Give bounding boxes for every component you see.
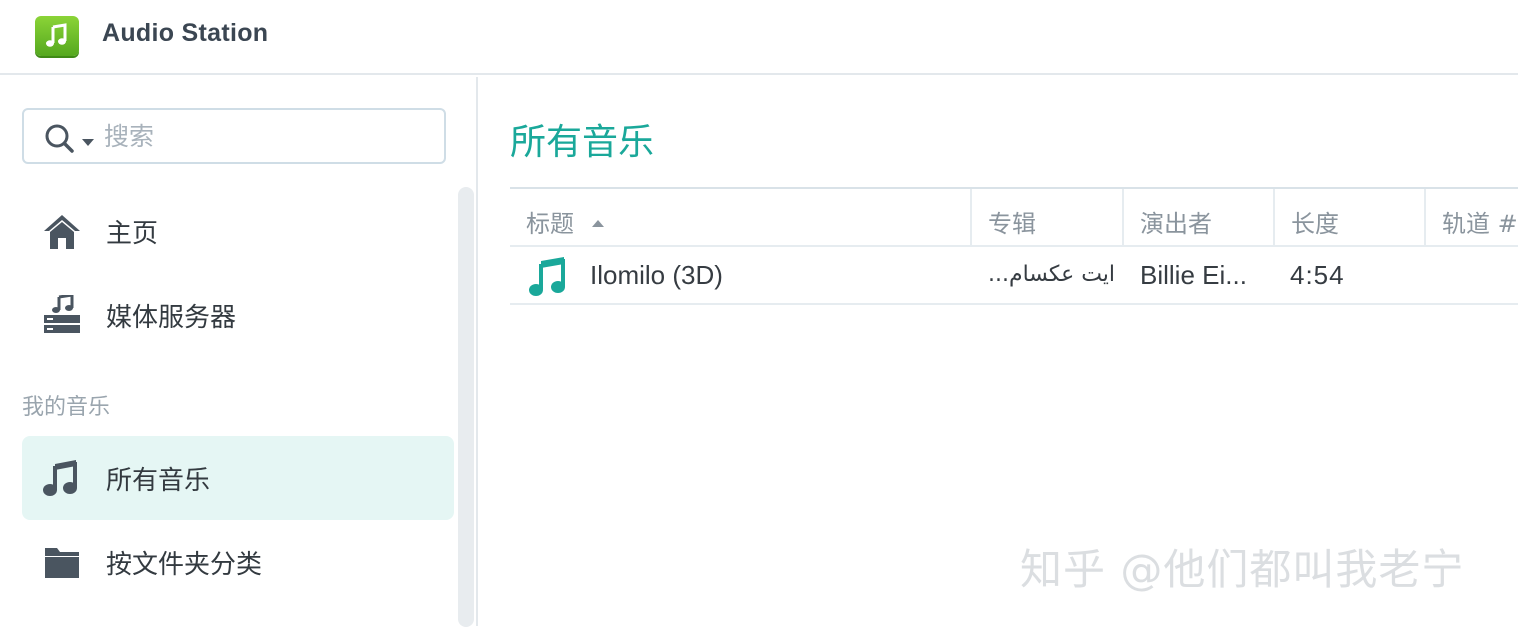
sidebar-item-media-server[interactable]: 媒体服务器 — [22, 273, 454, 357]
sidebar-item-by-folder[interactable]: 按文件夹分类 — [22, 520, 454, 604]
column-header-label: 轨道 # — [1442, 210, 1518, 238]
cell-track — [1440, 247, 1518, 303]
column-header-artist[interactable]: 演出者 — [1122, 189, 1273, 247]
search-input[interactable] — [102, 116, 432, 156]
table-row[interactable]: Ilomilo (3D) ...ايت عكسام Billie Ei... 4… — [510, 247, 1518, 305]
sidebar-item-label: 所有音乐 — [106, 466, 211, 496]
cell-artist: Billie Ei... — [1140, 260, 1247, 290]
sidebar-scrollbar[interactable] — [458, 187, 474, 627]
sidebar-item-all-music[interactable]: 所有音乐 — [22, 436, 454, 520]
column-header-title[interactable]: 标题 — [510, 189, 970, 247]
column-header-album[interactable]: 专辑 — [970, 189, 1122, 247]
watermark: 知乎 @他们都叫我老宁 — [1020, 545, 1465, 594]
column-header-label: 标题 — [526, 210, 574, 238]
column-header-label: 演出者 — [1140, 210, 1212, 238]
chevron-down-icon[interactable] — [82, 134, 94, 152]
table-header: 标题 专辑 演出者 长度 轨道 # — [510, 187, 1518, 247]
song-title: Ilomilo (3D) — [590, 260, 723, 290]
music-note-app-icon — [35, 16, 79, 56]
column-header-length[interactable]: 长度 — [1273, 189, 1424, 247]
title-bar: Audio Station — [0, 0, 1518, 75]
folder-icon — [42, 542, 82, 582]
sidebar-item-label: 按文件夹分类 — [106, 550, 263, 580]
music-note-icon — [528, 257, 568, 303]
sidebar-item-label: 主页 — [106, 219, 159, 249]
music-note-icon — [42, 458, 82, 498]
cell-album: ...ايت عكسام — [988, 262, 1116, 287]
sidebar-item-home[interactable]: 主页 — [22, 189, 454, 273]
song-table: 标题 专辑 演出者 长度 轨道 # Ilomilo (3D) ...ايت عك… — [510, 187, 1518, 305]
sort-ascending-icon — [591, 205, 604, 233]
cell-title: Ilomilo (3D) — [510, 247, 970, 303]
media-server-icon — [42, 293, 82, 335]
search-box[interactable] — [22, 108, 446, 164]
column-header-label: 长度 — [1291, 210, 1339, 238]
cell-length: 4:54 — [1290, 260, 1345, 290]
column-header-label: 专辑 — [988, 210, 1036, 238]
home-icon — [42, 211, 82, 251]
sidebar: 主页 媒体服务器 我的音乐 — [0, 77, 478, 627]
column-header-track[interactable]: 轨道 # — [1424, 189, 1518, 247]
section-label-my-music: 我的音乐 — [22, 395, 111, 420]
app-title: Audio Station — [102, 19, 269, 47]
search-icon[interactable] — [44, 123, 76, 160]
sidebar-item-label: 媒体服务器 — [106, 303, 237, 333]
page-title: 所有音乐 — [510, 122, 655, 163]
